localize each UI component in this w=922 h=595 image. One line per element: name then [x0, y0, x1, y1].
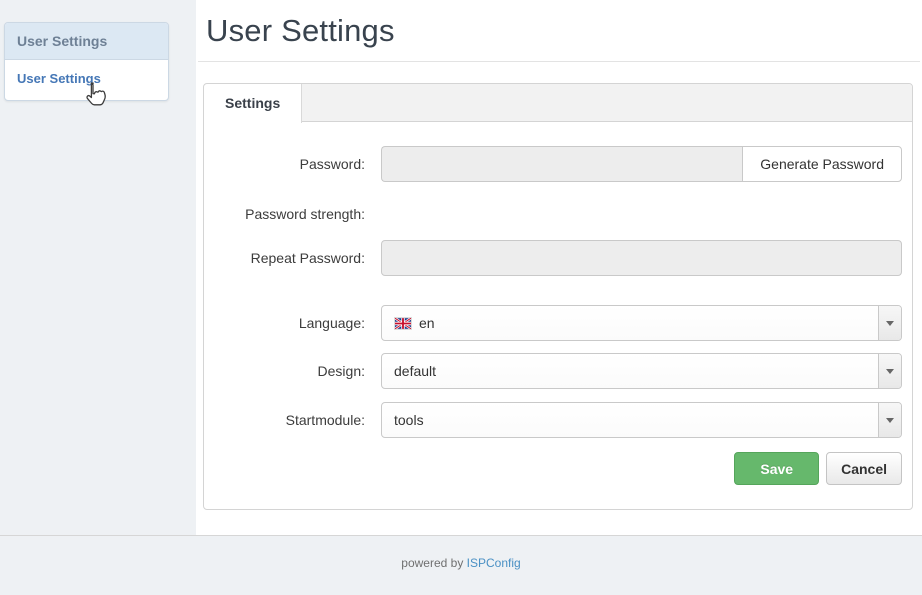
startmodule-label: Startmodule: [204, 412, 381, 428]
settings-panel: Settings Password: Generate Password Pas… [203, 83, 913, 510]
startmodule-dropdown-arrow-icon[interactable] [878, 403, 901, 437]
design-dropdown-arrow-icon[interactable] [878, 354, 901, 388]
language-row: Language: [204, 305, 902, 341]
password-row: Password: Generate Password [204, 146, 902, 182]
password-strength-row: Password strength: [204, 204, 902, 224]
form-actions-row: Save Cancel [204, 452, 902, 485]
startmodule-selected-value: tools [394, 412, 424, 428]
startmodule-select[interactable]: tools [381, 402, 902, 438]
sidebar-item-user-settings[interactable]: User Settings [17, 71, 101, 86]
repeat-password-row: Repeat Password: [204, 240, 902, 276]
repeat-password-label: Repeat Password: [204, 250, 381, 266]
main-content: User Settings Settings Password: Generat… [196, 0, 922, 535]
design-selected-value: default [394, 363, 436, 379]
password-strength-label: Password strength: [204, 206, 381, 222]
design-label: Design: [204, 363, 381, 379]
language-label: Language: [204, 315, 381, 331]
settings-form: Password: Generate Password Password str… [204, 122, 912, 509]
page: User Settings User Settings User Setting… [0, 0, 922, 595]
uk-flag-icon [394, 317, 412, 330]
cancel-button[interactable]: Cancel [826, 452, 902, 485]
powered-by-text: powered by [401, 556, 463, 570]
password-label: Password: [204, 156, 381, 172]
password-input[interactable] [381, 146, 742, 182]
ispconfig-link[interactable]: ISPConfig [467, 556, 521, 570]
sidebar-panel-body: User Settings [5, 60, 168, 100]
repeat-password-input[interactable] [381, 240, 902, 276]
language-selected-value: en [419, 315, 435, 331]
language-dropdown-arrow-icon[interactable] [878, 306, 901, 340]
design-select[interactable]: default [381, 353, 902, 389]
sidebar: User Settings User Settings [0, 0, 196, 535]
tab-settings[interactable]: Settings [204, 84, 302, 123]
sidebar-panel-title: User Settings [5, 23, 168, 60]
tab-bar: Settings [204, 84, 912, 122]
title-divider [198, 61, 920, 62]
design-row: Design: default [204, 353, 902, 389]
generate-password-button[interactable]: Generate Password [742, 146, 902, 182]
sidebar-panel: User Settings User Settings [4, 22, 169, 101]
page-footer: powered by ISPConfig [0, 535, 922, 595]
startmodule-row: Startmodule: tools [204, 402, 902, 438]
save-button[interactable]: Save [734, 452, 819, 485]
language-select[interactable]: en [381, 305, 902, 341]
page-title: User Settings [206, 13, 920, 49]
